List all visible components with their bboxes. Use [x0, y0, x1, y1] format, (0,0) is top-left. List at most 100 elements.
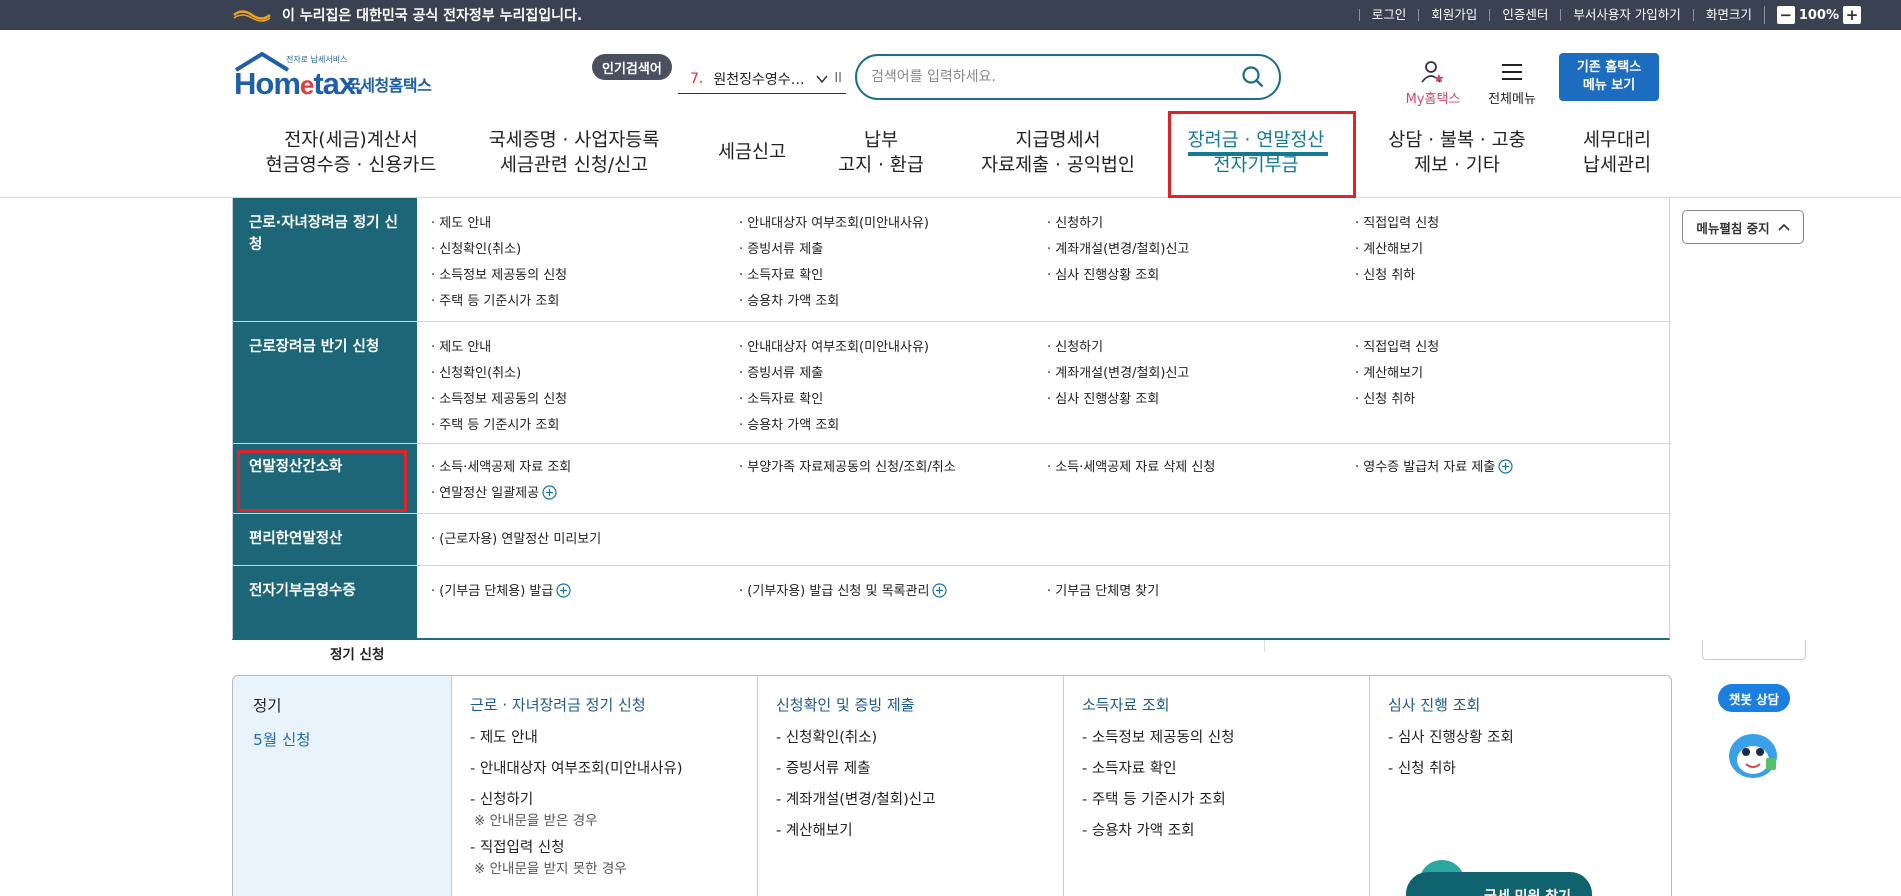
menu-link[interactable]: · 소득정보 제공동의 신청 — [431, 264, 567, 283]
col-item[interactable]: - 제도 안내 — [470, 726, 538, 747]
plus-circle-icon[interactable] — [932, 583, 948, 598]
col-item[interactable]: - 신청하기 — [470, 788, 533, 809]
menu-section-incentive-regular: 근로·자녀장려금 정기 신청 · 제도 안내 · 신청확인(취소) · 소득정보… — [233, 198, 1671, 322]
col-head[interactable]: 신청확인 및 증빙 제출 — [776, 694, 915, 715]
plus-circle-icon[interactable] — [556, 583, 571, 598]
menu-link[interactable]: · 안내대상자 여부조회(미안내사유) — [739, 212, 929, 231]
menu-link[interactable]: · 주택 등 기준시가 조회 — [431, 414, 559, 433]
old-hometax-menu-button[interactable]: 기존 홈택스 메뉴 보기 — [1559, 53, 1659, 101]
plus-circle-icon[interactable] — [542, 485, 557, 500]
gnb-tax-report[interactable]: 세금신고 — [702, 140, 802, 165]
gnb-certificate[interactable]: 국세증명 · 사업자등록 세금관련 신청/신고 — [474, 128, 674, 178]
zoom-out-button[interactable]: − — [1776, 6, 1795, 24]
chevron-down-icon[interactable] — [816, 73, 828, 85]
menu-link-receipt[interactable]: · 영수증 발급처 자료 제출 — [1355, 456, 1513, 475]
user-icon — [1421, 61, 1444, 83]
col-item[interactable]: - 계좌개설(변경/철회)신고 — [776, 788, 935, 809]
civil-service-search-button[interactable]: 국세 민원 찾기 — [1406, 872, 1592, 896]
gnb-consulting[interactable]: 상담 · 불복 · 고충 제보 · 기타 — [1372, 128, 1542, 178]
col-item[interactable]: - 심사 진행상황 조회 — [1388, 726, 1514, 747]
menu-link[interactable]: · 신청하기 — [1047, 212, 1103, 231]
col-head[interactable]: 근로 · 자녀장려금 정기 신청 — [470, 694, 646, 715]
my-hometax-button[interactable]: My홈택스 — [1398, 60, 1468, 107]
menu-link[interactable]: · 소득자료 확인 — [739, 264, 823, 283]
civil-service-label: 국세 민원 찾기 — [1484, 886, 1571, 896]
menu-link[interactable]: · 직접입력 신청 — [1355, 336, 1439, 355]
menu-link[interactable]: · 승용차 가액 조회 — [739, 414, 839, 433]
col-head[interactable]: 소득자료 조회 — [1082, 694, 1170, 715]
search-input[interactable] — [871, 69, 1241, 85]
menu-link[interactable]: · 기부금 단체명 찾기 — [1047, 580, 1159, 599]
menu-link[interactable]: · 신청하기 — [1047, 336, 1103, 355]
menu-link[interactable]: · 제도 안내 — [431, 212, 491, 231]
menu-link[interactable]: · 신청확인(취소) — [431, 362, 521, 381]
side-button-partial[interactable] — [1702, 640, 1806, 660]
menu-link-bulk[interactable]: · 연말정산 일괄제공 — [431, 482, 557, 501]
menu-link[interactable]: · 소득정보 제공동의 신청 — [431, 388, 567, 407]
col-item[interactable]: - 계산해보기 — [776, 819, 853, 840]
col-item[interactable]: - 주택 등 기준시가 조회 — [1082, 788, 1226, 809]
menu-link[interactable]: · 직접입력 신청 — [1355, 212, 1439, 231]
menu-link[interactable]: · 계산해보기 — [1355, 238, 1423, 257]
signup-link[interactable]: 회원가입 — [1418, 8, 1489, 21]
gnb-payment[interactable]: 납부 고지 · 환급 — [826, 128, 936, 178]
col-note: ※ 안내문을 받지 못한 경우 — [474, 861, 627, 877]
gnb-tax-agent[interactable]: 세무대리 납세관리 — [1562, 128, 1672, 178]
menu-link[interactable]: · 계좌개설(변경/철회)신고 — [1047, 362, 1189, 381]
col-item[interactable]: - 소득정보 제공동의 신청 — [1082, 726, 1234, 747]
col-item[interactable]: - 신청확인(취소) — [776, 726, 877, 747]
menu-link[interactable]: · 소득자료 확인 — [739, 388, 823, 407]
pause-icon[interactable]: II — [834, 71, 842, 86]
menu-link-donor-issue[interactable]: · (기부자용) 발급 신청 및 목록관리 — [739, 580, 948, 599]
menu-link[interactable]: · 심사 진행상황 조회 — [1047, 388, 1159, 407]
col-item[interactable]: - 안내대상자 여부조회(미안내사유) — [470, 757, 683, 778]
menu-link[interactable]: · 부양가족 자료제공동의 신청/조회/취소 — [739, 456, 956, 475]
menu-link[interactable]: · 소득·세액공제 자료 삭제 신청 — [1047, 456, 1215, 475]
menu-link-org-issue[interactable]: · (기부금 단체용) 발급 — [431, 580, 571, 599]
menu-link[interactable]: · 안내대상자 여부조회(미안내사유) — [739, 336, 929, 355]
hometax-logo[interactable]: 전자로 납세서비스 Hometax. 국세청홈택스 — [232, 52, 452, 102]
login-link[interactable]: 로그인 — [1358, 8, 1419, 21]
gnb-payment-statement[interactable]: 지급명세서 자료제출 · 공익법인 — [968, 128, 1148, 178]
section-title[interactable]: 편리한연말정산 — [249, 528, 409, 550]
search-icon[interactable] — [1241, 65, 1265, 89]
menu-section-yearend-simple: 연말정산간소화 · 소득·세액공제 자료 조회 · 연말정산 일괄제공 · 부양… — [233, 444, 1671, 514]
col-head[interactable]: 심사 진행 조회 — [1388, 694, 1480, 715]
menu-link[interactable]: · 심사 진행상황 조회 — [1047, 264, 1159, 283]
popular-keyword[interactable]: 원천징수영수… — [713, 69, 816, 89]
menu-link[interactable]: · 신청확인(취소) — [431, 238, 521, 257]
section-title[interactable]: 근로장려금 반기 신청 — [249, 336, 409, 358]
col-item[interactable]: - 증빙서류 제출 — [776, 757, 871, 778]
menu-link[interactable]: · 제도 안내 — [431, 336, 491, 355]
plus-circle-icon[interactable] — [1498, 459, 1513, 474]
menu-link[interactable]: · 승용차 가액 조회 — [739, 290, 839, 309]
zoom-in-button[interactable]: + — [1843, 6, 1861, 24]
old-menu-line1: 기존 홈택스 — [1576, 60, 1642, 75]
section-title[interactable]: 근로·자녀장려금 정기 신청 — [249, 212, 409, 256]
menu-link[interactable]: · 계좌개설(변경/철회)신고 — [1047, 238, 1189, 257]
cert-center-link[interactable]: 인증센터 — [1489, 8, 1560, 21]
info-col-income: 소득자료 조회 - 소득정보 제공동의 신청 - 소득자료 확인 - 주택 등 … — [1063, 676, 1369, 896]
menu-link[interactable]: · 신청 취하 — [1355, 388, 1415, 407]
menu-link[interactable]: · 주택 등 기준시가 조회 — [431, 290, 559, 309]
chatbot-mascot-icon[interactable] — [1722, 722, 1784, 782]
col-item[interactable]: - 소득자료 확인 — [1082, 757, 1177, 778]
col-item[interactable]: - 신청 취하 — [1388, 757, 1456, 778]
menu-link[interactable]: · 증빙서류 제출 — [739, 238, 823, 257]
section-label: 정기 신청 — [330, 647, 385, 663]
section-title[interactable]: 전자기부금영수증 — [249, 580, 409, 602]
popular-search-select[interactable]: 7. 원천징수영수… II — [678, 64, 846, 94]
stop-menu-expand-button[interactable]: 메뉴펼침 중지 — [1682, 210, 1804, 244]
col-item[interactable]: - 승용차 가액 조회 — [1082, 819, 1194, 840]
menu-link[interactable]: · 증빙서류 제출 — [739, 362, 823, 381]
gnb-tax-invoice[interactable]: 전자(세금)계산서 현금영수증 · 신용카드 — [256, 128, 446, 178]
logo-korean: 국세청홈택스 — [346, 76, 432, 95]
all-menu-button[interactable]: 전체메뉴 — [1480, 60, 1544, 107]
chatbot-label[interactable]: 챗봇 상담 — [1718, 684, 1790, 712]
menu-link[interactable]: · (근로자용) 연말정산 미리보기 — [431, 528, 601, 547]
col-item[interactable]: - 직접입력 신청 — [470, 836, 565, 857]
menu-link[interactable]: · 소득·세액공제 자료 조회 — [431, 456, 571, 475]
menu-link[interactable]: · 신청 취하 — [1355, 264, 1415, 283]
dept-user-signup-link[interactable]: 부서사용자 가입하기 — [1560, 8, 1692, 21]
menu-link[interactable]: · 계산해보기 — [1355, 362, 1423, 381]
